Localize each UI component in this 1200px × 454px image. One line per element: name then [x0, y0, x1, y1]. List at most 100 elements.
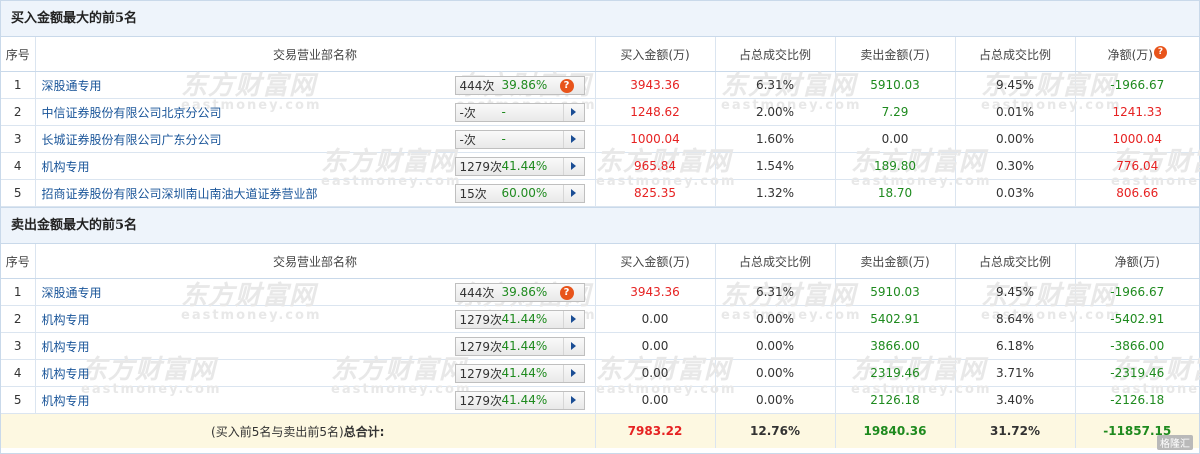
net-amount: 776.04	[1075, 152, 1199, 180]
col-net: 净额(万)	[1075, 244, 1199, 279]
col-sell-ratio: 占总成交比例	[955, 37, 1076, 72]
stats-count: -次	[459, 132, 476, 147]
branch-link[interactable]: 机构专用	[42, 158, 90, 175]
branch-cell: 长城证券股份有限公司广东分公司 -次 -	[35, 125, 596, 153]
table-row: 1 深股通专用 444次 39.86%? 3943.36 6.31% 5910.03 9.45…	[1, 71, 1199, 99]
sell-ratio: 3.40%	[955, 386, 1076, 414]
buy-ratio: 0.00%	[715, 332, 836, 360]
question-icon[interactable]: ?	[559, 285, 574, 300]
branch-link[interactable]: 机构专用	[42, 311, 90, 328]
stats-pct: 39.86%	[501, 78, 548, 92]
question-icon[interactable]: ?	[559, 78, 574, 93]
stats-pct: 41.44%	[501, 339, 548, 353]
sell-ratio: 6.18%	[955, 332, 1076, 360]
total-buy-ratio: 12.76%	[715, 413, 836, 448]
question-icon[interactable]: ?	[1153, 45, 1167, 59]
stats-pct: 39.86%	[501, 285, 548, 299]
stats-badge[interactable]: 1279次 41.44%	[454, 390, 585, 410]
rank-cell: 1	[1, 278, 36, 306]
buy-amount: 0.00	[595, 359, 716, 387]
rank-cell: 4	[1, 359, 36, 387]
table-header: 序号 交易营业部名称 买入金额(万) 占总成交比例 卖出金额(万) 占总成交比例…	[1, 244, 1199, 279]
stats-pct: 41.44%	[501, 312, 548, 326]
branch-link[interactable]: 长城证券股份有限公司广东分公司	[42, 131, 222, 148]
stats-badge[interactable]: 15次 60.00%	[454, 183, 585, 203]
expand-arrow-icon[interactable]	[562, 391, 584, 409]
stats-badge[interactable]: 444次 39.86%?	[454, 75, 585, 95]
table-row: 2 机构专用 1279次 41.44% 0.00 0.00% 5402.91 8.64% -54…	[1, 305, 1199, 333]
net-amount: 1241.33	[1075, 98, 1199, 126]
buy-ratio: 6.31%	[715, 71, 836, 99]
branch-link[interactable]: 机构专用	[42, 365, 90, 382]
stats-badge[interactable]: 1279次 41.44%	[454, 336, 585, 356]
buy-amount: 0.00	[595, 386, 716, 414]
expand-arrow-icon[interactable]	[562, 310, 584, 328]
buy-amount: 0.00	[595, 332, 716, 360]
sell-amount: 189.80	[835, 152, 956, 180]
stats-badge[interactable]: 1279次 41.44%	[454, 156, 585, 176]
stats-badge[interactable]: 1279次 41.44%	[454, 363, 585, 383]
stats-badge[interactable]: 1279次 41.44%	[454, 309, 585, 329]
table-row: 4 机构专用 1279次 41.44% 0.00 0.00% 2319.46 3.71% -23…	[1, 359, 1199, 387]
buy-ratio: 0.00%	[715, 386, 836, 414]
net-amount: -5402.91	[1075, 305, 1199, 333]
col-sell: 卖出金额(万)	[835, 37, 956, 72]
stats-badge[interactable]: -次 -	[454, 129, 585, 149]
sell-ratio: 8.64%	[955, 305, 1076, 333]
stats-count: 444次	[459, 78, 495, 93]
stats-pct: 41.44%	[501, 366, 548, 380]
branch-link[interactable]: 深股通专用	[42, 284, 102, 301]
expand-arrow-icon[interactable]	[562, 130, 584, 148]
branch-cell: 机构专用 1279次 41.44%	[35, 332, 596, 360]
expand-arrow-icon[interactable]	[562, 364, 584, 382]
net-amount: -2126.18	[1075, 386, 1199, 414]
branch-link[interactable]: 中信证券股份有限公司北京分公司	[42, 104, 222, 121]
buy-amount: 0.00	[595, 305, 716, 333]
sell-ratio: 9.45%	[955, 278, 1076, 306]
table-row: 3 长城证券股份有限公司广东分公司 -次 -1000.04 1.60% 0.00 0.00%…	[1, 125, 1199, 153]
branch-cell: 机构专用 1279次 41.44%	[35, 359, 596, 387]
buy-ratio: 1.32%	[715, 179, 836, 207]
branch-link[interactable]: 机构专用	[42, 392, 90, 409]
stats-badge[interactable]: -次 -	[454, 102, 585, 122]
total-label: (买入前5名与卖出前5名)总合计:	[1, 413, 596, 448]
stats-count: 15次	[459, 186, 487, 201]
stats-pct: 41.44%	[501, 159, 548, 173]
sell-amount: 5910.03	[835, 71, 956, 99]
expand-arrow-icon[interactable]	[562, 103, 584, 121]
rank-cell: 2	[1, 98, 36, 126]
total-buy: 7983.22	[595, 413, 716, 448]
col-buy-ratio: 占总成交比例	[715, 244, 836, 279]
branch-link[interactable]: 深股通专用	[42, 77, 102, 94]
buy-amount: 965.84	[595, 152, 716, 180]
stats-pct: -	[501, 132, 506, 146]
branch-cell: 深股通专用 444次 39.86%?	[35, 71, 596, 99]
rank-cell: 3	[1, 125, 36, 153]
total-sell-ratio: 31.72%	[955, 413, 1076, 448]
sell-table: 序号 交易营业部名称 买入金额(万) 占总成交比例 卖出金额(万) 占总成交比例…	[1, 244, 1199, 448]
buy-amount: 1000.04	[595, 125, 716, 153]
branch-cell: 深股通专用 444次 39.86%?	[35, 278, 596, 306]
col-sell-ratio: 占总成交比例	[955, 244, 1076, 279]
branch-link[interactable]: 机构专用	[42, 338, 90, 355]
stats-count: 1279次	[459, 393, 503, 408]
sell-amount: 3866.00	[835, 332, 956, 360]
expand-arrow-icon[interactable]	[562, 337, 584, 355]
sell-section-title: 卖出金额最大的前5名	[1, 207, 1199, 244]
branch-link[interactable]: 招商证券股份有限公司深圳南山南油大道证券营业部	[42, 185, 318, 202]
sell-amount: 2126.18	[835, 386, 956, 414]
col-name: 交易营业部名称	[35, 37, 596, 72]
total-row: (买入前5名与卖出前5名)总合计: 7983.22 12.76% 19840.3…	[1, 413, 1199, 448]
sell-amount: 18.70	[835, 179, 956, 207]
total-sell: 19840.36	[835, 413, 956, 448]
expand-arrow-icon[interactable]	[562, 184, 584, 202]
stats-pct: 60.00%	[501, 186, 548, 200]
table-row: 3 机构专用 1279次 41.44% 0.00 0.00% 3866.00 6.18% -38…	[1, 332, 1199, 360]
sell-amount: 7.29	[835, 98, 956, 126]
sell-ratio: 9.45%	[955, 71, 1076, 99]
table-row: 5 招商证券股份有限公司深圳南山南油大道证券营业部 15次 60.00% 825.35 1…	[1, 179, 1199, 207]
rank-cell: 5	[1, 179, 36, 207]
expand-arrow-icon[interactable]	[562, 157, 584, 175]
stats-badge[interactable]: 444次 39.86%?	[454, 282, 585, 302]
net-amount: 1000.04	[1075, 125, 1199, 153]
